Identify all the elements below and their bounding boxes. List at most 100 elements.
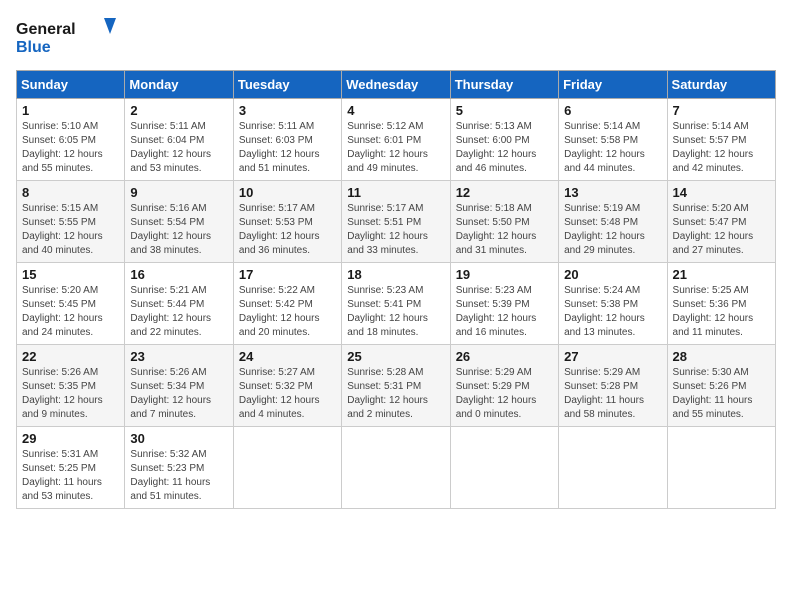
calendar-header: SundayMondayTuesdayWednesdayThursdayFrid… — [17, 71, 776, 99]
day-number: 29 — [22, 431, 119, 446]
calendar-day-cell: 21 Sunrise: 5:25 AMSunset: 5:36 PMDayligh… — [667, 263, 775, 345]
day-number: 15 — [22, 267, 119, 282]
day-info: Sunrise: 5:14 AMSunset: 5:57 PMDaylight:… — [673, 120, 770, 176]
calendar-day-cell: 30 Sunrise: 5:32 AMSunset: 5:23 PMDayligh… — [125, 427, 233, 509]
day-number: 20 — [564, 267, 661, 282]
day-number: 16 — [130, 267, 227, 282]
calendar-day-cell: 28Sunrise: 5:30 AMSunset: 5:26 PMDayligh… — [667, 345, 775, 427]
weekday-header: Tuesday — [233, 71, 341, 99]
calendar-day-cell: 22 Sunrise: 5:26 AMSunset: 5:35 PMDayligh… — [17, 345, 125, 427]
day-number: 19 — [456, 267, 553, 282]
calendar-day-cell: 29 Sunrise: 5:31 AMSunset: 5:25 PMDayligh… — [17, 427, 125, 509]
day-info: Sunrise: 5:24 AMSunset: 5:38 PMDaylight:… — [564, 284, 661, 340]
day-info: Sunrise: 5:10 AMSunset: 6:05 PMDaylight:… — [22, 120, 119, 176]
weekday-header: Saturday — [667, 71, 775, 99]
day-number: 18 — [347, 267, 444, 282]
day-info: Sunrise: 5:14 AMSunset: 5:58 PMDaylight:… — [564, 120, 661, 176]
day-number: 11 — [347, 185, 444, 200]
day-number: 8 — [22, 185, 119, 200]
day-info: Sunrise: 5:31 AMSunset: 5:25 PMDaylight:… — [22, 448, 119, 504]
calendar-day-cell: 5 Sunrise: 5:13 AMSunset: 6:00 PMDaylight… — [450, 99, 558, 181]
day-number: 17 — [239, 267, 336, 282]
calendar-day-cell — [450, 427, 558, 509]
day-info: Sunrise: 5:25 AMSunset: 5:36 PMDaylight:… — [673, 284, 770, 340]
calendar-day-cell: 11 Sunrise: 5:17 AMSunset: 5:51 PMDayligh… — [342, 181, 450, 263]
day-number: 23 — [130, 349, 227, 364]
calendar-body: 1Sunrise: 5:10 AMSunset: 6:05 PMDaylight… — [17, 99, 776, 509]
calendar-day-cell: 20 Sunrise: 5:24 AMSunset: 5:38 PMDayligh… — [559, 263, 667, 345]
calendar-day-cell: 26 Sunrise: 5:29 AMSunset: 5:29 PMDayligh… — [450, 345, 558, 427]
weekday-header: Monday — [125, 71, 233, 99]
calendar-day-cell: 24Sunrise: 5:27 AMSunset: 5:32 PMDayligh… — [233, 345, 341, 427]
day-info: Sunrise: 5:30 AMSunset: 5:26 PMDaylight:… — [673, 366, 770, 422]
weekday-row: SundayMondayTuesdayWednesdayThursdayFrid… — [17, 71, 776, 99]
day-info: Sunrise: 5:22 AMSunset: 5:42 PMDaylight:… — [239, 284, 336, 340]
day-number: 10 — [239, 185, 336, 200]
calendar-day-cell: 13 Sunrise: 5:19 AMSunset: 5:48 PMDayligh… — [559, 181, 667, 263]
weekday-header: Wednesday — [342, 71, 450, 99]
day-number: 7 — [673, 103, 770, 118]
svg-text:Blue: Blue — [16, 39, 51, 56]
day-info: Sunrise: 5:17 AMSunset: 5:53 PMDaylight:… — [239, 202, 336, 258]
calendar-day-cell — [559, 427, 667, 509]
calendar-day-cell: 19 Sunrise: 5:23 AMSunset: 5:39 PMDayligh… — [450, 263, 558, 345]
calendar-day-cell: 18 Sunrise: 5:23 AMSunset: 5:41 PMDayligh… — [342, 263, 450, 345]
day-number: 6 — [564, 103, 661, 118]
day-number: 25 — [347, 349, 444, 364]
logo-svg: GeneralBlue — [16, 16, 116, 58]
calendar-day-cell: 12 Sunrise: 5:18 AMSunset: 5:50 PMDayligh… — [450, 181, 558, 263]
calendar-table: SundayMondayTuesdayWednesdayThursdayFrid… — [16, 70, 776, 509]
calendar-day-cell: 17 Sunrise: 5:22 AMSunset: 5:42 PMDayligh… — [233, 263, 341, 345]
day-info: Sunrise: 5:20 AMSunset: 5:45 PMDaylight:… — [22, 284, 119, 340]
calendar-day-cell: 25Sunrise: 5:28 AMSunset: 5:31 PMDayligh… — [342, 345, 450, 427]
page-header: GeneralBlue — [16, 16, 776, 58]
day-info: Sunrise: 5:13 AMSunset: 6:00 PMDaylight:… — [456, 120, 553, 176]
calendar-day-cell: 1Sunrise: 5:10 AMSunset: 6:05 PMDaylight… — [17, 99, 125, 181]
day-info: Sunrise: 5:19 AMSunset: 5:48 PMDaylight:… — [564, 202, 661, 258]
day-info: Sunrise: 5:29 AMSunset: 5:29 PMDaylight:… — [456, 366, 553, 422]
day-number: 12 — [456, 185, 553, 200]
day-info: Sunrise: 5:16 AMSunset: 5:54 PMDaylight:… — [130, 202, 227, 258]
day-info: Sunrise: 5:29 AMSunset: 5:28 PMDaylight:… — [564, 366, 661, 422]
weekday-header: Sunday — [17, 71, 125, 99]
calendar-day-cell: 2 Sunrise: 5:11 AMSunset: 6:04 PMDaylight… — [125, 99, 233, 181]
calendar-day-cell: 4 Sunrise: 5:12 AMSunset: 6:01 PMDaylight… — [342, 99, 450, 181]
day-number: 14 — [673, 185, 770, 200]
logo: GeneralBlue — [16, 16, 116, 58]
day-number: 26 — [456, 349, 553, 364]
day-number: 30 — [130, 431, 227, 446]
day-info: Sunrise: 5:21 AMSunset: 5:44 PMDaylight:… — [130, 284, 227, 340]
weekday-header: Friday — [559, 71, 667, 99]
day-info: Sunrise: 5:23 AMSunset: 5:41 PMDaylight:… — [347, 284, 444, 340]
calendar-day-cell: 16 Sunrise: 5:21 AMSunset: 5:44 PMDayligh… — [125, 263, 233, 345]
day-number: 4 — [347, 103, 444, 118]
day-number: 24 — [239, 349, 336, 364]
day-info: Sunrise: 5:11 AMSunset: 6:03 PMDaylight:… — [239, 120, 336, 176]
day-info: Sunrise: 5:23 AMSunset: 5:39 PMDaylight:… — [456, 284, 553, 340]
day-info: Sunrise: 5:32 AMSunset: 5:23 PMDaylight:… — [130, 448, 227, 504]
day-info: Sunrise: 5:26 AMSunset: 5:35 PMDaylight:… — [22, 366, 119, 422]
calendar-week-row: 22 Sunrise: 5:26 AMSunset: 5:35 PMDayligh… — [17, 345, 776, 427]
calendar-day-cell: 3 Sunrise: 5:11 AMSunset: 6:03 PMDaylight… — [233, 99, 341, 181]
day-number: 21 — [673, 267, 770, 282]
day-number: 5 — [456, 103, 553, 118]
day-number: 2 — [130, 103, 227, 118]
day-number: 3 — [239, 103, 336, 118]
weekday-header: Thursday — [450, 71, 558, 99]
calendar-week-row: 15 Sunrise: 5:20 AMSunset: 5:45 PMDayligh… — [17, 263, 776, 345]
day-number: 13 — [564, 185, 661, 200]
calendar-week-row: 29 Sunrise: 5:31 AMSunset: 5:25 PMDayligh… — [17, 427, 776, 509]
day-info: Sunrise: 5:11 AMSunset: 6:04 PMDaylight:… — [130, 120, 227, 176]
day-info: Sunrise: 5:26 AMSunset: 5:34 PMDaylight:… — [130, 366, 227, 422]
day-info: Sunrise: 5:20 AMSunset: 5:47 PMDaylight:… — [673, 202, 770, 258]
svg-text:General: General — [16, 21, 76, 38]
calendar-day-cell: 10 Sunrise: 5:17 AMSunset: 5:53 PMDayligh… — [233, 181, 341, 263]
calendar-day-cell — [342, 427, 450, 509]
calendar-day-cell: 6 Sunrise: 5:14 AMSunset: 5:58 PMDaylight… — [559, 99, 667, 181]
day-info: Sunrise: 5:18 AMSunset: 5:50 PMDaylight:… — [456, 202, 553, 258]
calendar-day-cell: 7 Sunrise: 5:14 AMSunset: 5:57 PMDaylight… — [667, 99, 775, 181]
day-number: 22 — [22, 349, 119, 364]
day-info: Sunrise: 5:12 AMSunset: 6:01 PMDaylight:… — [347, 120, 444, 176]
calendar-day-cell: 14 Sunrise: 5:20 AMSunset: 5:47 PMDayligh… — [667, 181, 775, 263]
day-info: Sunrise: 5:17 AMSunset: 5:51 PMDaylight:… — [347, 202, 444, 258]
